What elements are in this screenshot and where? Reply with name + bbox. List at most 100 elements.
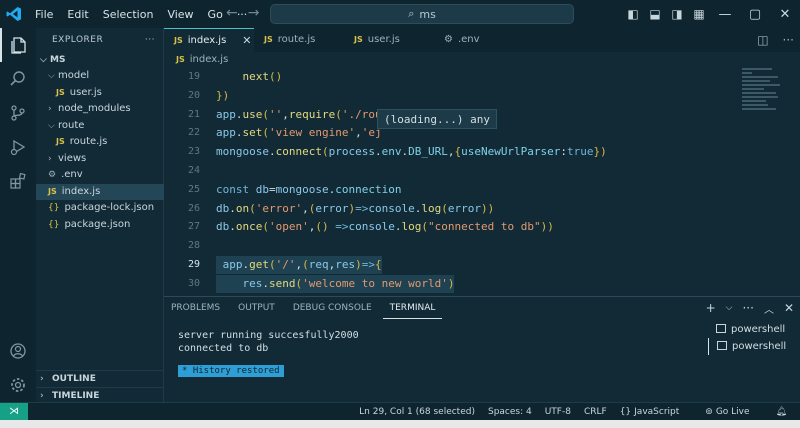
code-editor[interactable]: 19 next()20})21app.use('',require('./rou…: [164, 68, 800, 294]
minimap[interactable]: [742, 68, 782, 128]
editor-tab[interactable]: ⚙ .env: [434, 28, 524, 52]
menu-item[interactable]: Selection: [96, 8, 161, 21]
split-editor-icon[interactable]: ◫: [757, 33, 768, 47]
chevron-down-icon: ⌵: [40, 55, 47, 65]
explorer-icon[interactable]: [0, 28, 36, 62]
line-ending[interactable]: CRLF: [584, 407, 607, 417]
menu-item[interactable]: File: [28, 8, 60, 21]
line-number: 26: [187, 202, 200, 214]
js-file-icon: JS: [264, 35, 273, 44]
remote-indicator-icon[interactable]: ⋊: [0, 403, 28, 421]
env-file-icon: ⚙: [444, 34, 453, 45]
panel-tab[interactable]: DEBUG CONSOLE: [286, 297, 379, 319]
notifications-bell-icon[interactable]: 🔔︎: [776, 407, 787, 417]
encoding[interactable]: UTF-8: [545, 407, 571, 417]
panel-more-icon[interactable]: ···: [742, 301, 753, 315]
chevron-right-icon: ›: [40, 374, 44, 384]
tree-item[interactable]: ⌵ route: [36, 118, 164, 134]
editor-tab[interactable]: JS index.js ✕: [164, 28, 254, 52]
tree-item-label: route: [58, 119, 85, 131]
explorer-more-icon[interactable]: ···: [145, 28, 155, 52]
breadcrumb[interactable]: JS index.js: [164, 52, 800, 68]
tree-item[interactable]: ⌵ model: [36, 68, 164, 84]
terminal-output[interactable]: server running succesfully2000 connected…: [178, 329, 359, 355]
toggle-sidebar-icon[interactable]: ◧: [622, 7, 644, 21]
explorer-title: EXPLORER: [52, 35, 104, 45]
close-panel-icon[interactable]: ✕: [784, 301, 794, 315]
code-text: db.once('open',() =>console.log("connect…: [216, 220, 554, 234]
editor-tab-label: .env: [457, 34, 480, 45]
history-restored-badge: * History restored: [178, 365, 284, 377]
json-file-icon: {}: [48, 203, 60, 213]
terminal-item-active[interactable]: powershell: [708, 338, 800, 355]
search-view-icon[interactable]: [0, 62, 36, 96]
timeline-label: TIMELINE: [52, 391, 100, 401]
back-arrow-icon[interactable]: ←: [226, 5, 248, 21]
tree-item-label: views: [58, 152, 87, 164]
json-file-icon: {}: [48, 219, 60, 230]
new-terminal-icon[interactable]: +: [706, 301, 716, 315]
toggle-panel-icon[interactable]: ⬓: [644, 7, 666, 21]
braces-icon: {}: [619, 407, 632, 417]
tree-item[interactable]: {} package.json: [36, 217, 164, 233]
search-icon: ⌕: [408, 7, 415, 20]
terminal-item[interactable]: powershell: [708, 321, 800, 338]
maximize-icon[interactable]: ▢: [740, 7, 770, 22]
close-window-icon[interactable]: ✕: [770, 7, 800, 22]
status-bar: ⋊ Ln 29, Col 1 (68 selected) Spaces: 4 U…: [0, 402, 800, 421]
tree-item-label: .env: [61, 169, 83, 180]
tree-item-label: node_modules: [58, 103, 131, 114]
go-live-button[interactable]: ⊚ Go Live: [705, 407, 762, 417]
tree-item-label: model: [58, 70, 90, 81]
bottom-panel: PROBLEMS OUTPUT DEBUG CONSOLE TERMINAL + ⌵ …: [164, 296, 800, 402]
tree-item[interactable]: JS route.js: [36, 134, 164, 150]
tree-item-label: user.js: [69, 86, 102, 98]
menu-item[interactable]: Edit: [60, 8, 95, 21]
forward-arrow-icon[interactable]: →: [248, 5, 270, 21]
language-mode[interactable]: {} JavaScript: [620, 407, 693, 417]
run-debug-icon[interactable]: [0, 130, 36, 164]
editor-tab[interactable]: JS route.js: [254, 28, 344, 52]
settings-gear-icon[interactable]: [0, 368, 36, 402]
js-file-icon: JS: [354, 35, 363, 44]
indentation[interactable]: Spaces: 4: [488, 407, 532, 417]
tree-item[interactable]: › views: [36, 151, 164, 167]
tree-item[interactable]: JS index.js: [36, 183, 164, 200]
editor-more-icon[interactable]: ···: [783, 33, 794, 47]
minimize-icon[interactable]: —: [710, 7, 740, 22]
terminal-line: server running succesfully2000: [178, 330, 359, 341]
line-number: 27: [187, 221, 200, 233]
tree-item[interactable]: ⚙ .env: [36, 167, 164, 183]
terminal-dropdown-icon[interactable]: ⌵: [726, 303, 733, 313]
menu-item[interactable]: View: [160, 8, 200, 21]
editor-tab[interactable]: JS user.js: [344, 28, 434, 52]
tree-item[interactable]: {} package-lock.json: [36, 200, 164, 216]
workspace-root[interactable]: ⌵ MS: [36, 52, 164, 68]
line-number: 29: [187, 259, 200, 270]
code-line: 29 app.get('/',(req,res)=>{: [164, 256, 744, 274]
panel-tab[interactable]: OUTPUT: [231, 297, 282, 319]
extensions-icon[interactable]: [0, 164, 36, 198]
source-control-icon[interactable]: [0, 96, 36, 130]
outline-section[interactable]: › OUTLINE: [36, 371, 164, 387]
tree-item[interactable]: › node_modules: [36, 101, 164, 117]
editor-tab-label: user.js: [367, 34, 400, 45]
line-number: 23: [187, 146, 200, 158]
line-number: 20: [187, 89, 200, 101]
code-line: 27 db.once('open',() =>console.log("conne…: [164, 218, 744, 236]
hover-tooltip: (loading...) any: [377, 109, 497, 129]
close-tab-icon[interactable]: ✕: [242, 29, 251, 53]
customize-layout-icon[interactable]: ▦: [688, 7, 710, 21]
toggle-secondary-sidebar-icon[interactable]: ◨: [666, 7, 688, 21]
command-center-search[interactable]: ⌕ ms: [270, 4, 574, 24]
panel-tab[interactable]: TERMINAL: [382, 297, 443, 319]
code-line: 30 res.send('welcome to new world'): [164, 274, 744, 293]
code-text: }): [216, 88, 230, 102]
account-icon[interactable]: [0, 334, 36, 368]
explorer-sidebar: EXPLORER ··· ⌵ MS ⌵ model JS user.js › node_mo…: [36, 28, 164, 402]
tree-item[interactable]: JS user.js: [36, 85, 164, 101]
panel-tab[interactable]: PROBLEMS: [164, 297, 227, 319]
cursor-position[interactable]: Ln 29, Col 1 (68 selected): [359, 407, 475, 417]
maximize-panel-icon[interactable]: ︿: [764, 301, 774, 316]
hover-tooltip-text: (loading...) any: [384, 113, 490, 126]
